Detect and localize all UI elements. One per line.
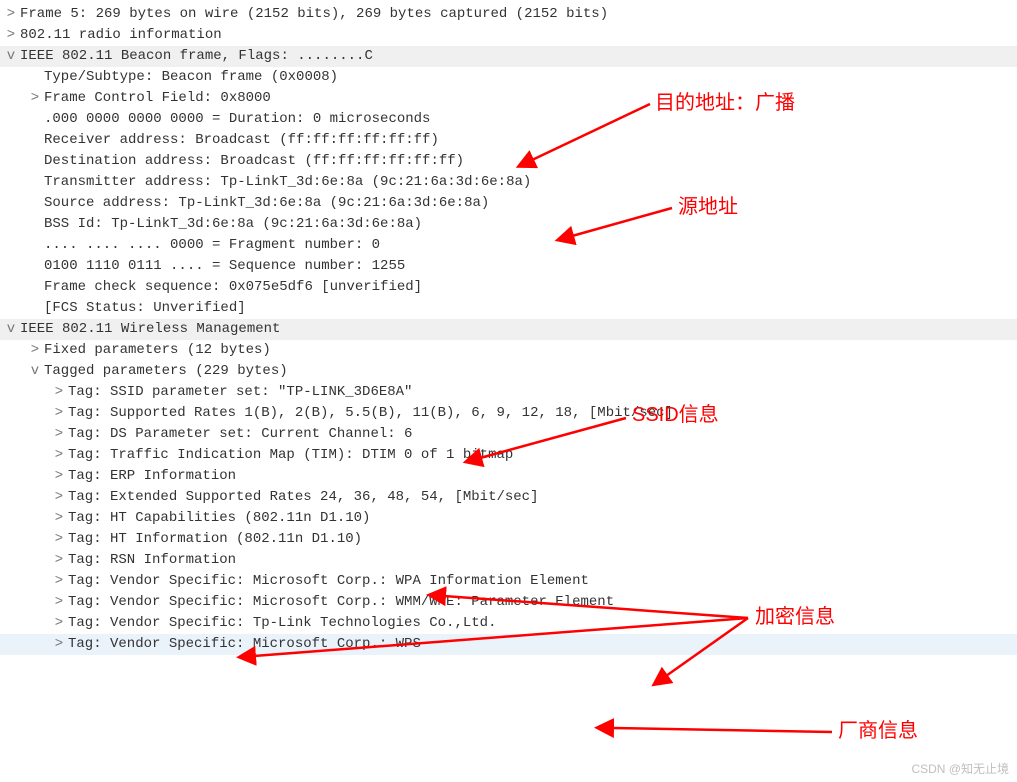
tree-row-text: Tagged parameters (229 bytes) [44, 361, 288, 382]
tree-row-text: Type/Subtype: Beacon frame (0x0008) [44, 67, 338, 88]
tree-row-text: Frame 5: 269 bytes on wire (2152 bits), … [20, 4, 608, 25]
chevron-right-icon[interactable]: > [52, 550, 66, 571]
row-rsn[interactable]: >Tag: RSN Information [0, 550, 1017, 571]
chevron-right-icon[interactable]: > [52, 613, 66, 634]
row-tim[interactable]: >Tag: Traffic Indication Map (TIM): DTIM… [0, 445, 1017, 466]
row-ra[interactable]: Receiver address: Broadcast (ff:ff:ff:ff… [0, 130, 1017, 151]
chevron-right-icon[interactable]: > [52, 592, 66, 613]
watermark: CSDN @知无止境 [911, 760, 1009, 778]
row-frag[interactable]: .... .... .... 0000 = Fragment number: 0 [0, 235, 1017, 256]
tree-row-text: IEEE 802.11 Wireless Management [20, 319, 280, 340]
row-radio[interactable]: >802.11 radio information [0, 25, 1017, 46]
row-frame[interactable]: >Frame 5: 269 bytes on wire (2152 bits),… [0, 4, 1017, 25]
row-ds[interactable]: >Tag: DS Parameter set: Current Channel:… [0, 424, 1017, 445]
chevron-right-icon[interactable]: > [28, 340, 42, 361]
tree-row-text: Destination address: Broadcast (ff:ff:ff… [44, 151, 464, 172]
row-vs-tplink[interactable]: >Tag: Vendor Specific: Tp-Link Technolog… [0, 613, 1017, 634]
row-seq[interactable]: 0100 1110 0111 .... = Sequence number: 1… [0, 256, 1017, 277]
row-fcf[interactable]: >Frame Control Field: 0x8000 [0, 88, 1017, 109]
row-vs-wps[interactable]: >Tag: Vendor Specific: Microsoft Corp.: … [0, 634, 1017, 655]
row-vs-wpa[interactable]: >Tag: Vendor Specific: Microsoft Corp.: … [0, 571, 1017, 592]
row-fixed[interactable]: >Fixed parameters (12 bytes) [0, 340, 1017, 361]
chevron-right-icon[interactable]: > [4, 4, 18, 25]
chevron-right-icon[interactable]: > [52, 529, 66, 550]
row-htcap[interactable]: >Tag: HT Capabilities (802.11n D1.10) [0, 508, 1017, 529]
tree-row-text: Tag: Traffic Indication Map (TIM): DTIM … [68, 445, 513, 466]
tree-row-text: Tag: Supported Rates 1(B), 2(B), 5.5(B),… [68, 403, 673, 424]
chevron-right-icon[interactable]: > [28, 88, 42, 109]
chevron-right-icon[interactable]: > [52, 466, 66, 487]
chevron-down-icon[interactable]: v [4, 319, 18, 340]
tree-row-text: Tag: Vendor Specific: Microsoft Corp.: W… [68, 634, 421, 655]
tree-row-text: Source address: Tp-LinkT_3d:6e:8a (9c:21… [44, 193, 489, 214]
row-sa[interactable]: Source address: Tp-LinkT_3d:6e:8a (9c:21… [0, 193, 1017, 214]
row-ta[interactable]: Transmitter address: Tp-LinkT_3d:6e:8a (… [0, 172, 1017, 193]
chevron-right-icon[interactable]: > [52, 571, 66, 592]
tree-row-text: Tag: SSID parameter set: "TP-LINK_3D6E8A… [68, 382, 412, 403]
tree-row-text: Tag: HT Capabilities (802.11n D1.10) [68, 508, 370, 529]
tree-row-text: [FCS Status: Unverified] [44, 298, 246, 319]
row-beacon[interactable]: vIEEE 802.11 Beacon frame, Flags: ......… [0, 46, 1017, 67]
row-tagged[interactable]: vTagged parameters (229 bytes) [0, 361, 1017, 382]
tree-row-text: .000 0000 0000 0000 = Duration: 0 micros… [44, 109, 430, 130]
tree-row-text: Tag: HT Information (802.11n D1.10) [68, 529, 362, 550]
annotation-vendor: 厂商信息 [838, 716, 918, 746]
tree-row-text: Frame check sequence: 0x075e5df6 [unveri… [44, 277, 422, 298]
chevron-right-icon[interactable]: > [52, 382, 66, 403]
tree-row-text: Transmitter address: Tp-LinkT_3d:6e:8a (… [44, 172, 531, 193]
tree-row-text: Tag: Vendor Specific: Microsoft Corp.: W… [68, 571, 589, 592]
tree-row-text: Tag: Vendor Specific: Microsoft Corp.: W… [68, 592, 614, 613]
chevron-right-icon[interactable]: > [52, 403, 66, 424]
tree-row-text: Tag: DS Parameter set: Current Channel: … [68, 424, 412, 445]
tree-row-text: Tag: RSN Information [68, 550, 236, 571]
row-htinfo[interactable]: >Tag: HT Information (802.11n D1.10) [0, 529, 1017, 550]
tree-row-text: Frame Control Field: 0x8000 [44, 88, 271, 109]
chevron-down-icon[interactable]: v [28, 361, 42, 382]
row-extrates[interactable]: >Tag: Extended Supported Rates 24, 36, 4… [0, 487, 1017, 508]
chevron-down-icon[interactable]: v [4, 46, 18, 67]
row-rates[interactable]: >Tag: Supported Rates 1(B), 2(B), 5.5(B)… [0, 403, 1017, 424]
packet-details-panel[interactable]: >Frame 5: 269 bytes on wire (2152 bits),… [0, 0, 1017, 659]
chevron-right-icon[interactable]: > [52, 634, 66, 655]
tree-row-text: Receiver address: Broadcast (ff:ff:ff:ff… [44, 130, 439, 151]
row-fcsstat[interactable]: [FCS Status: Unverified] [0, 298, 1017, 319]
row-vs-wmm[interactable]: >Tag: Vendor Specific: Microsoft Corp.: … [0, 592, 1017, 613]
tree-row-text: Tag: Extended Supported Rates 24, 36, 48… [68, 487, 538, 508]
chevron-right-icon[interactable]: > [52, 424, 66, 445]
tree-row-text: 802.11 radio information [20, 25, 222, 46]
chevron-right-icon[interactable]: > [52, 487, 66, 508]
tree-row-text: Fixed parameters (12 bytes) [44, 340, 271, 361]
tree-row-text: .... .... .... 0000 = Fragment number: 0 [44, 235, 380, 256]
tree-row-text: Tag: Vendor Specific: Tp-Link Technologi… [68, 613, 496, 634]
tree-row-text: Tag: ERP Information [68, 466, 236, 487]
row-fcs[interactable]: Frame check sequence: 0x075e5df6 [unveri… [0, 277, 1017, 298]
tree-row-text: IEEE 802.11 Beacon frame, Flags: .......… [20, 46, 373, 67]
row-wlanmgt[interactable]: vIEEE 802.11 Wireless Management [0, 319, 1017, 340]
chevron-right-icon[interactable]: > [52, 445, 66, 466]
row-dur[interactable]: .000 0000 0000 0000 = Duration: 0 micros… [0, 109, 1017, 130]
row-bssid[interactable]: BSS Id: Tp-LinkT_3d:6e:8a (9c:21:6a:3d:6… [0, 214, 1017, 235]
row-type[interactable]: Type/Subtype: Beacon frame (0x0008) [0, 67, 1017, 88]
row-ssid[interactable]: >Tag: SSID parameter set: "TP-LINK_3D6E8… [0, 382, 1017, 403]
chevron-right-icon[interactable]: > [4, 25, 18, 46]
tree-row-text: 0100 1110 0111 .... = Sequence number: 1… [44, 256, 405, 277]
chevron-right-icon[interactable]: > [52, 508, 66, 529]
row-erp[interactable]: >Tag: ERP Information [0, 466, 1017, 487]
tree-row-text: BSS Id: Tp-LinkT_3d:6e:8a (9c:21:6a:3d:6… [44, 214, 422, 235]
row-da[interactable]: Destination address: Broadcast (ff:ff:ff… [0, 151, 1017, 172]
